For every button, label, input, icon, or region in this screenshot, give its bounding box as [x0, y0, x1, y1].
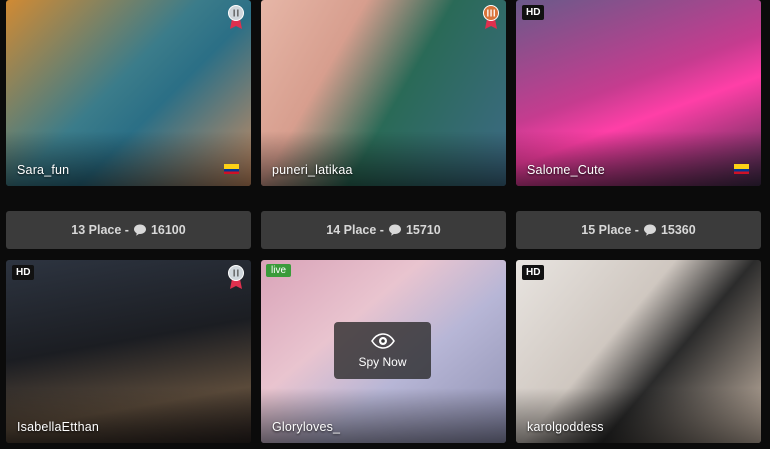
model-name[interactable]: Salome_Cute — [527, 163, 605, 177]
model-card-gloryloves[interactable]: live Spy Now Gloryloves_ — [261, 260, 506, 443]
model-card-sara-fun[interactable]: Sara_fun — [6, 0, 251, 186]
model-name[interactable]: Gloryloves_ — [272, 420, 340, 434]
place-label: 15 Place - — [581, 223, 639, 237]
card-shade — [6, 388, 251, 443]
chat-bubble-icon — [133, 224, 146, 236]
model-name[interactable]: Sara_fun — [17, 163, 69, 177]
live-badge: live — [266, 264, 292, 277]
eye-icon — [370, 332, 395, 349]
chat-bubble-icon — [643, 224, 656, 236]
hd-badge: HD — [12, 265, 35, 280]
model-card-isabellaetthan[interactable]: HD IsabellaEtthan — [6, 260, 251, 443]
place-count: 16100 — [150, 223, 186, 237]
model-name[interactable]: karolgoddess — [527, 420, 604, 434]
model-card-karolgoddess[interactable]: HD karolgoddess — [516, 260, 761, 443]
medal-silver-icon — [228, 5, 244, 29]
medal-bronze-icon — [483, 5, 499, 29]
card-shade — [516, 131, 761, 186]
place-bar-15[interactable]: 15 Place - 15360 — [516, 211, 761, 249]
model-name[interactable]: puneri_latikaa — [272, 163, 353, 177]
model-name[interactable]: IsabellaEtthan — [17, 420, 99, 434]
card-shade — [516, 388, 761, 443]
hd-badge: HD — [522, 265, 545, 280]
place-bar-14[interactable]: 14 Place - 15710 — [261, 211, 506, 249]
place-bar-13[interactable]: 13 Place - 16100 — [6, 211, 251, 249]
place-count: 15710 — [405, 223, 441, 237]
medal-silver-icon — [228, 265, 244, 289]
place-label: 14 Place - — [326, 223, 384, 237]
card-shade — [6, 131, 251, 186]
place-count: 15360 — [660, 223, 696, 237]
card-shade — [261, 388, 506, 443]
chat-bubble-icon — [388, 224, 401, 236]
model-card-puneri-latikaa[interactable]: puneri_latikaa — [261, 0, 506, 186]
place-label: 13 Place - — [71, 223, 129, 237]
spy-now-label: Spy Now — [358, 354, 407, 369]
hd-badge: HD — [522, 5, 545, 20]
country-flag-icon — [734, 164, 749, 174]
card-shade — [261, 131, 506, 186]
model-card-salome-cute[interactable]: HD Salome_Cute — [516, 0, 761, 186]
spy-now-button[interactable]: Spy Now — [334, 322, 431, 379]
country-flag-icon — [224, 164, 239, 174]
